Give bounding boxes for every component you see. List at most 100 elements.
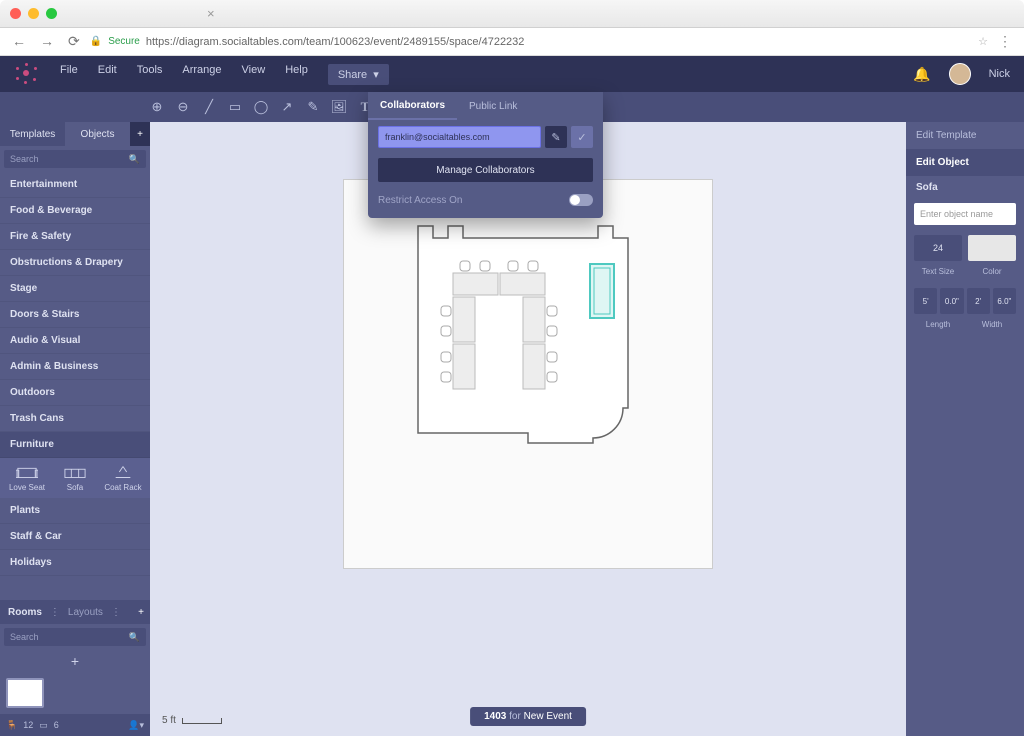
menu-file[interactable]: File [60, 64, 78, 85]
tab-edit-object[interactable]: Edit Object [906, 149, 1024, 176]
arrow-tool-icon[interactable]: ↗ [280, 100, 294, 114]
menu-arrange[interactable]: Arrange [182, 64, 221, 85]
share-tab-collaborators[interactable]: Collaborators [368, 92, 457, 120]
text-size-value[interactable]: 24 [914, 235, 962, 261]
browser-nav: ← → ⟳ 🔒 Secure https://diagram.socialtab… [0, 28, 1024, 56]
reload-button[interactable]: ⟳ [68, 33, 80, 50]
cat-outdoors[interactable]: Outdoors [0, 380, 150, 406]
menu-help[interactable]: Help [285, 64, 308, 85]
menu-view[interactable]: View [242, 64, 266, 85]
menu-edit[interactable]: Edit [98, 64, 117, 85]
forward-button[interactable]: → [40, 33, 54, 50]
circle-tool-icon[interactable]: ◯ [254, 100, 268, 114]
cat-admin[interactable]: Admin & Business [0, 354, 150, 380]
cat-entertainment[interactable]: Entertainment [0, 172, 150, 198]
app-topbar: File Edit Tools Arrange View Help Share … [0, 56, 1024, 92]
item-sofa[interactable]: Sofa [52, 464, 98, 492]
traffic-lights [10, 8, 57, 19]
add-room-button[interactable]: + [132, 607, 150, 618]
person-icon[interactable]: 👤▾ [128, 720, 144, 731]
count-tables: 6 [54, 720, 59, 730]
user-avatar[interactable] [949, 63, 971, 85]
tab-close-icon[interactable]: × [207, 6, 215, 21]
star-icon[interactable]: ☆ [978, 35, 988, 48]
url-text: https://diagram.socialtables.com/team/10… [146, 36, 525, 48]
browser-menu-icon[interactable]: ⋮ [998, 33, 1012, 50]
footer-stat[interactable]: 1403 for New Event [470, 707, 586, 726]
confirm-add-button[interactable]: ✓ [571, 126, 593, 148]
image-icon[interactable]: 🖼 [332, 100, 346, 114]
object-name-input[interactable]: Enter object name [914, 203, 1016, 225]
share-popover: Collaborators Public Link franklin@socia… [368, 92, 603, 218]
secure-label: Secure [108, 36, 140, 47]
minimize-window[interactable] [28, 8, 39, 19]
restrict-access-label: Restrict Access On [378, 195, 462, 206]
tab-rooms[interactable]: Rooms [0, 607, 50, 618]
zoom-in-icon[interactable]: ⊕ [150, 100, 164, 114]
cat-furniture[interactable]: Furniture [0, 432, 150, 458]
width-label: Width [968, 320, 1016, 329]
scale-indicator: 5 ft [162, 715, 222, 726]
right-sidebar: Edit Template Edit Object Sofa Enter obj… [906, 122, 1024, 736]
main-menu: File Edit Tools Arrange View Help Share … [60, 64, 389, 85]
selected-object[interactable] [590, 264, 614, 318]
count-chairs: 12 [23, 720, 33, 730]
length-ft[interactable]: 5' [914, 288, 937, 314]
floor-plan [398, 218, 658, 478]
cat-doors[interactable]: Doors & Stairs [0, 302, 150, 328]
mac-titlebar: × [0, 0, 1024, 28]
left-sidebar: Templates Objects + Search🔍 Entertainmen… [0, 122, 150, 736]
color-label: Color [968, 267, 1016, 276]
line-tool-icon[interactable]: ╱ [202, 100, 216, 114]
item-loveseat[interactable]: Love Seat [4, 464, 50, 492]
cat-staff[interactable]: Staff & Car [0, 524, 150, 550]
tab-edit-template[interactable]: Edit Template [906, 122, 1024, 149]
edit-permission-button[interactable]: ✎ [545, 126, 567, 148]
menu-share[interactable]: Share ▾ [328, 64, 389, 85]
color-swatch[interactable] [968, 235, 1016, 261]
maximize-window[interactable] [46, 8, 57, 19]
cat-fire[interactable]: Fire & Safety [0, 224, 150, 250]
zoom-out-icon[interactable]: ⊖ [176, 100, 190, 114]
cat-trash[interactable]: Trash Cans [0, 406, 150, 432]
text-size-label: Text Size [914, 267, 962, 276]
add-room-plus[interactable]: + [0, 650, 150, 672]
back-button[interactable]: ← [12, 33, 26, 50]
length-label: Length [914, 320, 962, 329]
item-coatrack[interactable]: Coat Rack [100, 464, 146, 492]
lock-icon: 🔒 [90, 36, 102, 47]
app-container: File Edit Tools Arrange View Help Share … [0, 56, 1024, 736]
user-name[interactable]: Nick [989, 68, 1010, 80]
app-logo[interactable] [14, 61, 40, 87]
bell-icon[interactable]: 🔔 [913, 66, 930, 83]
length-in[interactable]: 0.0" [940, 288, 963, 314]
cat-food[interactable]: Food & Beverage [0, 198, 150, 224]
pencil-icon[interactable]: ✎ [306, 100, 320, 114]
restrict-access-toggle[interactable] [569, 194, 593, 206]
tab-objects[interactable]: Objects [65, 122, 130, 146]
close-window[interactable] [10, 8, 21, 19]
chair-icon: 🪑 [6, 720, 17, 731]
tab-templates[interactable]: Templates [0, 122, 65, 146]
cat-obstructions[interactable]: Obstructions & Drapery [0, 250, 150, 276]
selected-object-type: Sofa [906, 176, 1024, 199]
room-search-input[interactable]: Search🔍 [4, 628, 146, 646]
cat-plants[interactable]: Plants [0, 498, 150, 524]
width-in[interactable]: 6.0" [993, 288, 1016, 314]
width-ft[interactable]: 2' [967, 288, 990, 314]
menu-tools[interactable]: Tools [137, 64, 163, 85]
table-icon: ▭ [39, 720, 48, 731]
object-search-input[interactable]: Search🔍 [4, 150, 146, 168]
rect-tool-icon[interactable]: ▭ [228, 100, 242, 114]
room-thumbnail[interactable] [6, 678, 44, 708]
collaborator-email-input[interactable]: franklin@socialtables.com [378, 126, 541, 148]
cat-holidays[interactable]: Holidays [0, 550, 150, 576]
manage-collaborators-button[interactable]: Manage Collaborators [378, 158, 593, 182]
address-bar[interactable]: 🔒 Secure https://diagram.socialtables.co… [90, 36, 968, 48]
cat-audio[interactable]: Audio & Visual [0, 328, 150, 354]
tab-add[interactable]: + [130, 122, 150, 146]
tab-layouts[interactable]: Layouts [60, 607, 111, 618]
artboard [343, 179, 713, 569]
cat-stage[interactable]: Stage [0, 276, 150, 302]
share-tab-public[interactable]: Public Link [457, 92, 529, 120]
